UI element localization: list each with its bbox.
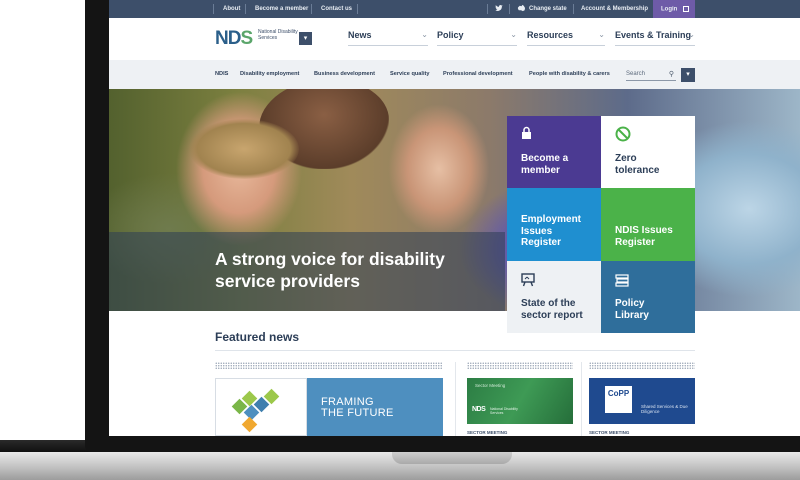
divider — [509, 4, 510, 14]
sub-navigation: NDIS Disability employment Business deve… — [109, 60, 800, 89]
logo-shape — [241, 416, 258, 433]
subnav-people-with-disability[interactable]: People with disability & carers — [529, 71, 610, 77]
divider — [487, 4, 488, 14]
tile-zero-tolerance[interactable]: Zero tolerance — [601, 116, 695, 188]
tile-state-of-sector[interactable]: State of the sector report — [507, 261, 601, 333]
tile-become-member[interactable]: Become a member — [507, 116, 601, 188]
tile-employment-issues[interactable]: Employment Issues Register — [507, 188, 601, 261]
divider — [215, 350, 695, 351]
chevron-down-icon: ⌄ — [598, 30, 605, 39]
about-link[interactable]: About — [223, 6, 240, 12]
news-card-category[interactable]: SECTOR MEETING — [467, 430, 507, 435]
hero-banner: A strong voice for disability service pr… — [109, 89, 800, 311]
presentation-icon — [521, 273, 535, 289]
divider — [357, 4, 358, 14]
subnav-ndis[interactable]: NDIS — [215, 71, 228, 77]
chevron-down-icon[interactable]: ▾ — [681, 68, 695, 82]
subnav-business-development[interactable]: Business development — [314, 71, 375, 77]
dotted-divider — [589, 362, 695, 369]
chevron-down-icon: ⌄ — [421, 30, 428, 39]
divider — [213, 4, 214, 14]
subnav-service-quality[interactable]: Service quality — [390, 71, 430, 77]
divider — [573, 4, 574, 14]
divider — [245, 4, 246, 14]
dotted-divider — [467, 362, 573, 369]
login-icon — [683, 6, 689, 12]
chevron-down-icon[interactable]: ▾ — [299, 32, 312, 45]
news-card-category[interactable]: SECTOR MEETING — [589, 430, 629, 435]
tile-label: Zero tolerance — [615, 153, 660, 176]
become-member-link[interactable]: Become a member — [255, 6, 308, 12]
nds-logo[interactable]: NDS — [215, 28, 253, 50]
subnav-disability-employment[interactable]: Disability employment — [240, 71, 299, 77]
lock-icon — [521, 126, 532, 142]
nav-events-training[interactable]: Events & Training ⌄ — [615, 30, 695, 46]
change-state-link[interactable]: Change state — [529, 6, 567, 12]
card-subtext: Shared Services & Due Diligence — [641, 404, 688, 414]
chevron-down-icon: ⌄ — [688, 30, 695, 39]
nds-logo: NDS — [472, 406, 486, 413]
login-label: Login — [661, 6, 678, 13]
tile-label: State of the sector report — [521, 298, 583, 321]
copp-logo: CoPP — [605, 386, 632, 413]
no-entry-icon — [615, 126, 631, 144]
browser-screen: About Become a member Contact us Change … — [109, 0, 800, 436]
nav-resources[interactable]: Resources ⌄ — [527, 30, 605, 46]
logo-text: National Disability Services — [490, 407, 518, 415]
logo-text: National Disability Services — [258, 29, 298, 41]
contact-link[interactable]: Contact us — [321, 6, 352, 12]
search-input[interactable]: Search ⚲ — [626, 67, 676, 81]
australia-map-icon — [517, 4, 526, 14]
nav-policy[interactable]: Policy ⌄ — [437, 30, 517, 46]
search-icon[interactable]: ⚲ — [669, 70, 674, 78]
hero-heading: A strong voice for disability service pr… — [215, 249, 445, 291]
account-membership-link[interactable]: Account & Membership — [581, 6, 648, 12]
tile-ndis-issues[interactable]: NDIS Issues Register — [601, 188, 695, 261]
utility-bar: About Become a member Contact us Change … — [109, 0, 800, 18]
tile-label: NDIS Issues Register — [615, 225, 673, 248]
card-small-text: Sector Meeting — [475, 383, 506, 388]
dotted-divider — [215, 362, 443, 369]
site-header: NDS National Disability Services ▾ News ⌄… — [109, 18, 800, 60]
books-icon — [615, 273, 629, 289]
nav-news[interactable]: News ⌄ — [348, 30, 428, 46]
tile-label: Become a member — [521, 153, 569, 176]
framing-future-logo[interactable] — [215, 378, 307, 436]
divider — [311, 4, 312, 14]
news-card-headline[interactable]: FRAMING THE FUTURE — [321, 397, 394, 419]
featured-news-heading: Featured news — [215, 330, 300, 344]
divider — [581, 362, 582, 436]
divider — [455, 362, 456, 436]
chevron-down-icon: ⌄ — [510, 30, 517, 39]
laptop-notch — [392, 452, 512, 464]
tile-label: Employment Issues Register — [521, 214, 582, 248]
hero-photo-person — [189, 119, 299, 179]
tile-label: Policy Library — [615, 298, 649, 321]
twitter-icon[interactable] — [495, 4, 503, 14]
search-placeholder: Search — [626, 71, 646, 77]
subnav-professional-development[interactable]: Professional development — [443, 71, 513, 77]
tile-policy-library[interactable]: Policy Library — [601, 261, 695, 333]
login-button[interactable]: Login — [653, 0, 695, 18]
